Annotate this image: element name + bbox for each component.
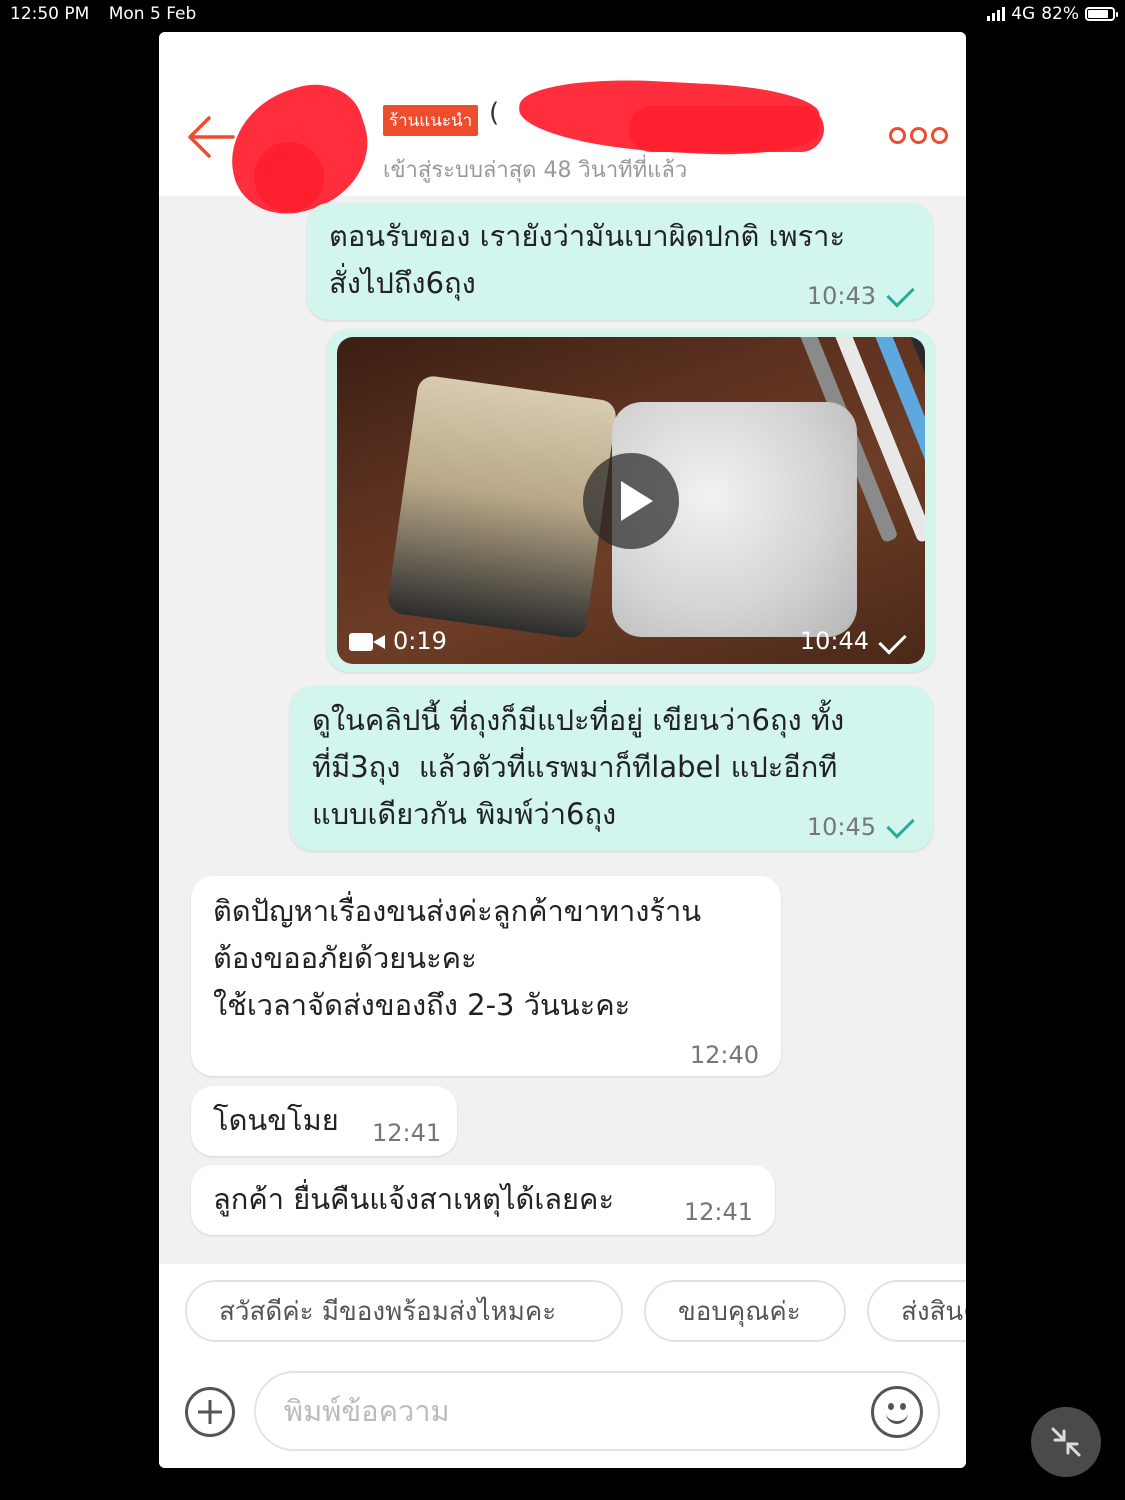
message-time: 10:43 [806, 282, 876, 310]
message-meta: 10:45 [806, 804, 915, 851]
message-input-bar [159, 1354, 966, 1468]
message-input[interactable] [254, 1371, 940, 1451]
add-attachment-icon[interactable] [185, 1387, 235, 1437]
quick-reply-bar: สวัสดีค่ะ มีของพร้อมส่งไหมคะ ขอบคุณค่ะ ส… [159, 1264, 966, 1354]
status-time: 12:50 PM [10, 4, 90, 24]
play-icon[interactable] [583, 453, 679, 549]
recommended-shop-badge: ร้านแนะนำ [383, 105, 479, 136]
battery-icon [1085, 7, 1118, 21]
message-bubble-incoming[interactable]: ลูกค้า ยื่นคืนแจ้งสาเหตุได้เลยคะ 12:41 [191, 1165, 775, 1235]
video-duration: 0:19 [393, 627, 447, 655]
read-check-icon [886, 810, 915, 839]
message-time: 12:41 [683, 1198, 753, 1226]
last-seen-status: เข้าสู่ระบบล่าสุด 48 วินาทีที่แล้ว [383, 158, 688, 183]
message-meta: 12:41 [372, 1110, 441, 1157]
chat-header: ร้านแนะนำ ( เข้าสู่ระบบล่าสุด 48 วินาทีท… [159, 32, 966, 229]
quick-reply-chip[interactable]: ขอบคุณค่ะ [644, 1280, 846, 1342]
message-bubble-video[interactable]: 0:19 10:44 [327, 329, 935, 672]
message-time: 10:44 [799, 627, 869, 655]
shop-name[interactable]: ( [489, 98, 499, 128]
battery-percent: 82% [1041, 4, 1079, 24]
message-meta: 10:43 [806, 273, 915, 320]
network-label: 4G [1011, 4, 1036, 24]
message-text: ติดปัญหาเรื่องขนส่งค่ะลูกค้าขาทางร้าน ต้… [213, 894, 702, 1022]
message-text: ตอนรับของ เรายังว่ามันเบาผิดปกติ เพราะ ส… [329, 219, 846, 300]
more-dots-icon[interactable] [889, 127, 948, 144]
message-bubble-incoming[interactable]: โดนขโมย 12:41 [191, 1086, 457, 1156]
minimize-window-button[interactable] [1031, 1407, 1101, 1477]
message-meta: 12:40 [690, 1032, 759, 1079]
emoji-icon[interactable] [871, 1386, 923, 1438]
status-left: 12:50 PM Mon 5 Feb [10, 4, 210, 24]
message-text: โดนขโมย [213, 1103, 339, 1137]
message-time: 10:45 [806, 813, 876, 841]
message-time: 12:40 [689, 1041, 759, 1069]
read-check-icon [878, 626, 907, 655]
message-bubble-outgoing[interactable]: ตอนรับของ เรายังว่ามันเบาผิดปกติ เพราะ ส… [307, 203, 933, 320]
redaction-mark [629, 106, 824, 152]
redaction-mark [254, 142, 324, 212]
message-text: ดูในคลิปนี้ ที่ถุงก็มีแปะที่อยู่ เขียนว่… [312, 703, 845, 831]
video-thumbnail[interactable]: 0:19 10:44 [337, 337, 925, 664]
message-time: 12:41 [372, 1119, 442, 1147]
status-date: Mon 5 Feb [108, 4, 197, 24]
message-text: ลูกค้า ยื่นคืนแจ้งสาเหตุได้เลยคะ [213, 1182, 615, 1216]
read-check-icon [886, 279, 915, 308]
quick-reply-chip[interactable]: ส่งสินค้า [867, 1280, 966, 1342]
signal-icon [987, 7, 1006, 21]
message-bubble-outgoing[interactable]: ดูในคลิปนี้ ที่ถุงก็มีแปะที่อยู่ เขียนว่… [290, 686, 933, 851]
message-bubble-incoming[interactable]: ติดปัญหาเรื่องขนส่งค่ะลูกค้าขาทางร้าน ต้… [191, 876, 781, 1076]
back-arrow-icon[interactable] [185, 112, 237, 162]
video-camera-icon [349, 633, 385, 651]
message-meta: 12:41 [684, 1189, 753, 1236]
minimize-arrows-icon [1051, 1427, 1081, 1457]
quick-reply-chip[interactable]: สวัสดีค่ะ มีของพร้อมส่งไหมคะ [185, 1280, 623, 1342]
status-bar: 12:50 PM Mon 5 Feb 4G 82% [0, 0, 1125, 30]
chat-window: ร้านแนะนำ ( เข้าสู่ระบบล่าสุด 48 วินาทีท… [159, 32, 966, 1468]
status-right: 4G 82% [987, 4, 1118, 24]
